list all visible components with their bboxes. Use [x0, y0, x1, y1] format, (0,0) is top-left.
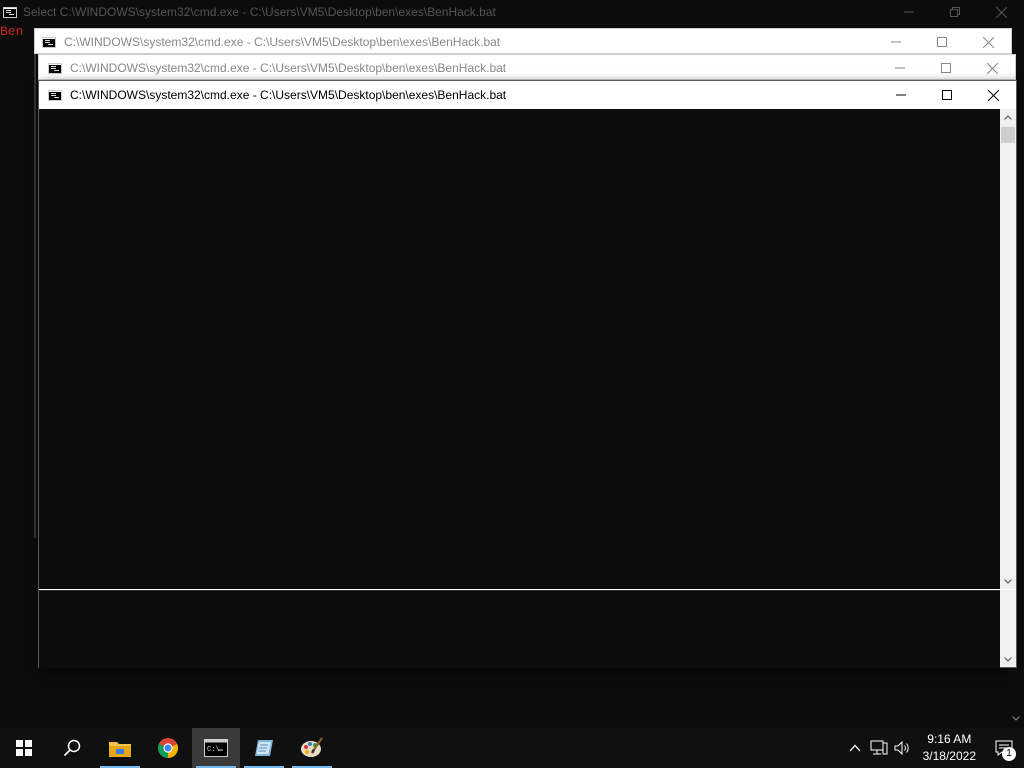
background-window-title: Select C:\WINDOWS\system32\cmd.exe - C:\…	[23, 5, 496, 19]
console-lower-pane[interactable]	[39, 590, 1000, 668]
search-icon	[63, 739, 81, 757]
close-button[interactable]	[978, 0, 1024, 24]
cmd-window-3: C:\WINDOWS\system32\cmd.exe - C:\Users\V…	[38, 54, 1016, 80]
maximize-icon	[942, 90, 952, 100]
clock-date: 3/18/2022	[922, 749, 976, 763]
window-3-title: C:\WINDOWS\system32\cmd.exe - C:\Users\V…	[70, 61, 507, 75]
close-icon	[982, 36, 994, 48]
close-icon	[986, 62, 998, 74]
scroll-down-arrow-icon[interactable]	[1008, 710, 1024, 726]
main-title-bar[interactable]: C:\WINDOWS\system32\cmd.exe - C:\Users\V…	[39, 81, 1016, 109]
windows-start-icon	[16, 740, 32, 756]
background-title-bar[interactable]: Select C:\WINDOWS\system32\cmd.exe - C:\…	[0, 0, 1024, 24]
taskbar-chrome[interactable]	[144, 728, 192, 768]
command-prompt-icon: C:\	[204, 739, 228, 757]
minimize-button[interactable]	[877, 55, 923, 81]
maximize-icon	[941, 63, 951, 73]
minimize-icon	[891, 41, 901, 43]
scroll-up-arrow-icon[interactable]	[1000, 109, 1016, 125]
window-edge	[34, 50, 36, 538]
notification-count-badge: 1	[1002, 747, 1016, 761]
taskbar: C:\ 9:16 AM 3/18/2022 1	[0, 728, 1024, 768]
minimize-icon	[896, 94, 906, 96]
network-button[interactable]	[867, 728, 891, 768]
cmd-icon	[3, 6, 17, 18]
action-center-button[interactable]: 1	[984, 728, 1024, 768]
window-2-title-bar[interactable]: C:\WINDOWS\system32\cmd.exe - C:\Users\V…	[35, 29, 1011, 55]
network-icon	[870, 740, 888, 755]
lower-scrollbar[interactable]	[1000, 590, 1016, 667]
window-2-title: C:\WINDOWS\system32\cmd.exe - C:\Users\V…	[64, 35, 501, 49]
cmd-icon	[48, 89, 62, 101]
main-window-title: C:\WINDOWS\system32\cmd.exe - C:\Users\V…	[70, 88, 507, 102]
maximize-button[interactable]	[924, 81, 970, 109]
system-clock[interactable]: 9:16 AM 3/18/2022	[915, 731, 984, 765]
cmd-window-2: C:\WINDOWS\system32\cmd.exe - C:\Users\V…	[34, 28, 1012, 54]
background-window-scrollbar[interactable]	[1008, 668, 1024, 728]
scroll-down-arrow-icon[interactable]	[1000, 651, 1016, 667]
close-button[interactable]	[970, 81, 1016, 109]
clock-time: 9:16 AM	[927, 732, 972, 746]
close-icon	[995, 6, 1007, 18]
restore-button[interactable]	[932, 0, 978, 24]
background-console-text: Ben	[0, 24, 24, 39]
background-cmd-window: Select C:\WINDOWS\system32\cmd.exe - C:\…	[0, 0, 1024, 30]
file-explorer-icon	[109, 742, 131, 757]
taskbar-notepad[interactable]	[240, 728, 288, 768]
close-icon	[987, 89, 999, 101]
minimize-icon	[895, 67, 905, 69]
console-output-area[interactable]	[39, 109, 1000, 589]
volume-icon	[894, 740, 909, 756]
show-hidden-icons-button[interactable]	[843, 728, 867, 768]
console-scrollbar[interactable]	[1000, 109, 1016, 589]
chevron-up-icon	[849, 744, 861, 752]
close-button[interactable]	[969, 55, 1015, 81]
minimize-button[interactable]	[873, 29, 919, 55]
taskbar-paint[interactable]	[288, 728, 336, 768]
maximize-button[interactable]	[919, 29, 965, 55]
chrome-icon	[157, 738, 179, 759]
scrollbar-thumb[interactable]	[1001, 127, 1015, 143]
system-tray: 9:16 AM 3/18/2022 1	[843, 728, 1024, 768]
cmd-icon	[48, 62, 62, 74]
search-button[interactable]	[48, 728, 96, 768]
close-button[interactable]	[965, 29, 1011, 55]
taskbar-command-prompt[interactable]: C:\	[192, 728, 240, 768]
svg-text:C:\: C:\	[207, 746, 220, 754]
restore-icon	[950, 7, 960, 17]
scroll-down-arrow-icon[interactable]	[1000, 573, 1016, 589]
minimize-button[interactable]	[878, 81, 924, 109]
maximize-icon	[937, 37, 947, 47]
taskbar-file-explorer[interactable]	[96, 728, 144, 768]
paint-icon	[301, 737, 323, 757]
maximize-button[interactable]	[923, 55, 969, 81]
active-cmd-window: C:\WINDOWS\system32\cmd.exe - C:\Users\V…	[38, 80, 1017, 668]
start-button[interactable]	[0, 728, 48, 768]
volume-button[interactable]	[891, 728, 915, 768]
minimize-icon	[904, 11, 914, 13]
cmd-icon	[42, 36, 56, 48]
window-3-title-bar[interactable]: C:\WINDOWS\system32\cmd.exe - C:\Users\V…	[39, 55, 1015, 81]
minimize-button[interactable]	[886, 0, 932, 24]
notepad-icon	[255, 740, 273, 756]
